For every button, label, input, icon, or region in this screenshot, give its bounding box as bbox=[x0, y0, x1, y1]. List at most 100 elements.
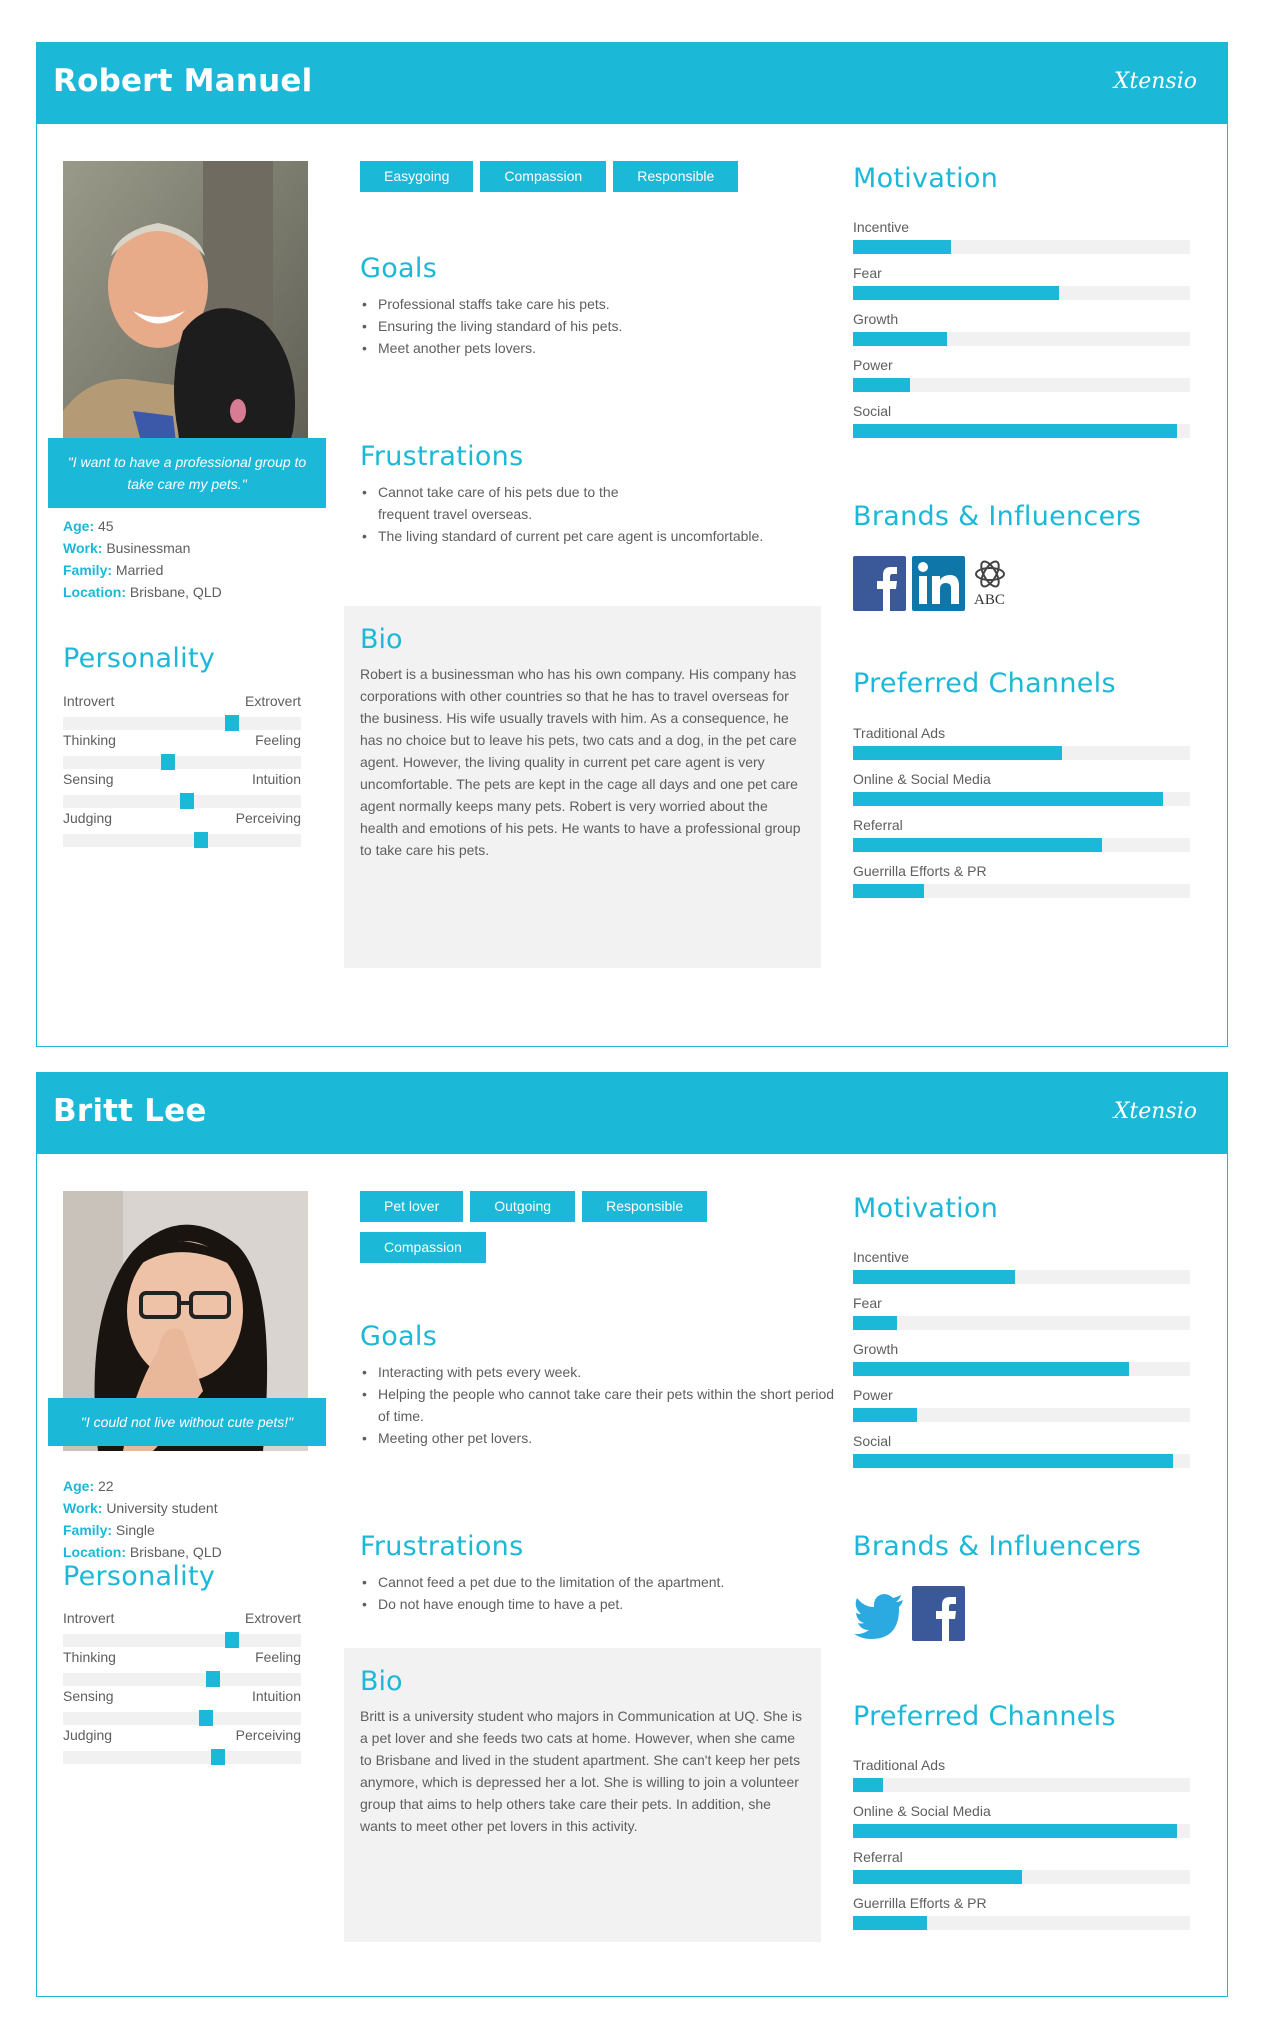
channels-title: Preferred Channels bbox=[853, 668, 1116, 699]
goals-list: Professional staffs take care his pets. … bbox=[360, 293, 848, 359]
channel-track bbox=[853, 1778, 1190, 1792]
motivation-row: Growth bbox=[853, 311, 1190, 355]
brands-title: Brands & Influencers bbox=[853, 501, 1142, 532]
personality-slider-knob[interactable] bbox=[224, 1632, 239, 1648]
info-work-value: University student bbox=[106, 1500, 218, 1516]
motivation-title: Motivation bbox=[853, 1193, 999, 1224]
info-location-label: Location: bbox=[63, 1544, 126, 1560]
personality-slider-knob[interactable] bbox=[179, 793, 194, 809]
personality-slider-knob[interactable] bbox=[194, 832, 209, 848]
trait-tag[interactable]: Pet lover bbox=[360, 1191, 464, 1222]
info-age-value: 22 bbox=[98, 1478, 114, 1494]
info-location-label: Location: bbox=[63, 584, 126, 600]
motivation-track bbox=[853, 332, 1190, 346]
goal-item: Professional staffs take care his pets. bbox=[362, 293, 848, 315]
personality-row: Introvert Extrovert bbox=[63, 1610, 301, 1649]
persona-name: Britt Lee bbox=[53, 1093, 207, 1129]
channel-label: Referral bbox=[853, 1849, 903, 1865]
abc-logo-text: ABC bbox=[974, 592, 1005, 608]
motivation-bar bbox=[853, 286, 1059, 300]
motivation-label: Power bbox=[853, 1387, 893, 1403]
personality-slider-knob[interactable] bbox=[198, 1710, 213, 1726]
info-location: Location: Brisbane, QLD bbox=[63, 1541, 222, 1563]
trait-tag[interactable]: Responsible bbox=[582, 1191, 708, 1222]
frustrations-list: Cannot feed a pet due to the limitation … bbox=[360, 1571, 848, 1615]
channels-title: Preferred Channels bbox=[853, 1701, 1116, 1732]
motivation-row: Power bbox=[853, 357, 1190, 401]
info-work-value: Businessman bbox=[106, 540, 191, 556]
frustration-item: The living standard of current pet care … bbox=[362, 525, 848, 547]
motivation-track bbox=[853, 240, 1190, 254]
goals-title: Goals bbox=[360, 1321, 438, 1352]
personality-row: Introvert Extrovert bbox=[63, 693, 301, 732]
personality-slider-knob[interactable] bbox=[205, 1671, 220, 1687]
motivation-label: Power bbox=[853, 357, 893, 373]
personality-row: Thinking Feeling bbox=[63, 732, 301, 771]
motivation-bar bbox=[853, 424, 1177, 438]
trait-tag[interactable]: Compassion bbox=[360, 1232, 486, 1263]
goal-item: Meeting other pet lovers. bbox=[362, 1427, 848, 1449]
motivation-label: Incentive bbox=[853, 219, 910, 235]
personality-track bbox=[63, 1673, 301, 1686]
trait-tag[interactable]: Compassion bbox=[480, 161, 607, 192]
personality-right-label: Feeling bbox=[255, 1649, 301, 1665]
channel-row: Online & Social Media bbox=[853, 1803, 1190, 1847]
personality-track bbox=[63, 1751, 301, 1764]
info-location-value: Brisbane, QLD bbox=[129, 584, 222, 600]
channel-bar bbox=[853, 1778, 884, 1792]
brands-list: ABC bbox=[853, 556, 1014, 611]
channel-track bbox=[853, 792, 1190, 806]
motivation-label: Growth bbox=[853, 311, 899, 327]
motivation-bar bbox=[853, 378, 911, 392]
xtensio-logo[interactable]: Xtensio bbox=[1114, 1099, 1197, 1124]
linkedin-icon[interactable] bbox=[912, 556, 966, 616]
frustrations-title: Frustrations bbox=[360, 441, 524, 472]
personality-row: Judging Perceiving bbox=[63, 810, 301, 849]
info-work-label: Work: bbox=[63, 1500, 103, 1516]
motivation-row: Incentive bbox=[853, 219, 1190, 263]
channel-label: Referral bbox=[853, 817, 903, 833]
channel-row: Guerrilla Efforts & PR bbox=[853, 863, 1190, 907]
trait-tag[interactable]: Responsible bbox=[613, 161, 739, 192]
personality-row: Sensing Intuition bbox=[63, 1688, 301, 1727]
info-family: Family: Single bbox=[63, 1519, 222, 1541]
persona-card-robert: Robert Manuel Xtensio "I want to have a … bbox=[36, 42, 1228, 1047]
bio-text: Robert is a businessman who has his own … bbox=[360, 666, 801, 858]
facebook-icon[interactable] bbox=[853, 556, 906, 616]
bio-panel: Bio Britt is a university student who ma… bbox=[344, 1648, 821, 1942]
persona-info: Age: 22 Work: University student Family:… bbox=[63, 1475, 222, 1563]
motivation-row: Social bbox=[853, 403, 1190, 447]
motivation-row: Social bbox=[853, 1433, 1190, 1477]
personality-slider-knob[interactable] bbox=[210, 1749, 225, 1765]
personality-right-label: Perceiving bbox=[235, 1727, 301, 1743]
channel-label: Online & Social Media bbox=[853, 1803, 991, 1819]
abc-icon[interactable]: ABC bbox=[972, 556, 1012, 616]
facebook-icon[interactable] bbox=[912, 1586, 966, 1646]
xtensio-logo[interactable]: Xtensio bbox=[1114, 69, 1197, 94]
persona-name: Robert Manuel bbox=[53, 63, 313, 99]
motivation-label: Fear bbox=[853, 265, 882, 281]
info-family: Family: Married bbox=[63, 559, 222, 581]
goals-title: Goals bbox=[360, 253, 438, 284]
persona-quote: "I could not live without cute pets!" bbox=[48, 1398, 326, 1446]
personality-slider-knob[interactable] bbox=[160, 754, 175, 770]
channel-row: Referral bbox=[853, 817, 1190, 861]
motivation-bar bbox=[853, 1408, 918, 1422]
trait-tag[interactable]: Easygoing bbox=[360, 161, 474, 192]
channel-track bbox=[853, 1870, 1190, 1884]
twitter-icon[interactable] bbox=[853, 1586, 906, 1646]
goal-item: Meet another pets lovers. bbox=[362, 337, 848, 359]
channel-track bbox=[853, 838, 1190, 852]
channel-row: Guerrilla Efforts & PR bbox=[853, 1895, 1190, 1939]
personality-left-label: Introvert bbox=[63, 1610, 115, 1626]
personality-left-label: Sensing bbox=[63, 1688, 114, 1704]
channel-row: Online & Social Media bbox=[853, 771, 1190, 815]
channel-track bbox=[853, 884, 1190, 898]
personality-slider-knob[interactable] bbox=[224, 715, 239, 731]
frustration-item: Do not have enough time to have a pet. bbox=[362, 1593, 848, 1615]
frustration-item: Cannot feed a pet due to the limitation … bbox=[362, 1571, 848, 1593]
motivation-label: Fear bbox=[853, 1295, 882, 1311]
brands-list bbox=[853, 1586, 967, 1641]
trait-tag[interactable]: Outgoing bbox=[470, 1191, 576, 1222]
channel-track bbox=[853, 1824, 1190, 1838]
